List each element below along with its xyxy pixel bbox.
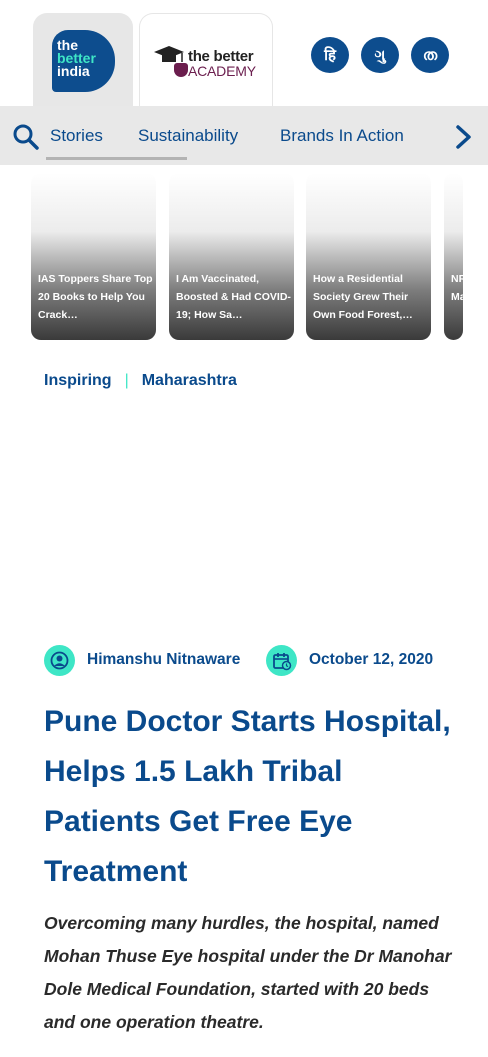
story-card[interactable]: I Am Vaccinated, Boosted & Had COVID-19;… (169, 173, 294, 340)
story-card-title: I Am Vaccinated, Boosted & Had COVID-19;… (176, 273, 291, 321)
brand-tab-the-better-india[interactable]: the better india (33, 13, 133, 106)
story-card-title: IAS Toppers Share Top 20 Books to Help Y… (38, 273, 153, 321)
language-gujarati-button[interactable]: ગુ (361, 37, 399, 73)
story-carousel: IAS Toppers Share Top 20 Books to Help Y… (0, 165, 488, 345)
language-malayalam-button[interactable]: ത (411, 37, 449, 73)
publish-date: October 12, 2020 (309, 651, 434, 668)
nav-active-indicator (46, 157, 187, 160)
heart-icon (174, 63, 188, 77)
the-better-academy-logo: the better ACADEMY (152, 44, 264, 80)
the-better-india-logo: the better india (52, 30, 115, 92)
article-headline: Pune Doctor Starts Hospital, Helps 1.5 L… (44, 705, 451, 888)
brand-bar: the better india the better ACADEMY हि ગ… (0, 0, 488, 106)
logo-text-india: india (57, 63, 90, 79)
story-card-title: NR Ma Ze (451, 273, 463, 303)
nav-item-brands-in-action[interactable]: Brands In Action (280, 126, 404, 146)
nav-item-sustainability[interactable]: Sustainability (138, 126, 238, 146)
tag-inspiring[interactable]: Inspiring (44, 372, 112, 390)
nav-item-stories[interactable]: Stories (50, 126, 103, 146)
tag-maharashtra[interactable]: Maharashtra (142, 372, 237, 390)
academy-logo-line2: ACADEMY (188, 63, 256, 79)
brand-tab-the-better-academy[interactable]: the better ACADEMY (139, 13, 273, 106)
chevron-right-icon[interactable] (452, 123, 476, 151)
article-meta: Himanshu Nitnaware October 12, 2020 (44, 644, 464, 676)
story-card[interactable]: How a Residential Society Grew Their Own… (306, 173, 431, 340)
search-icon[interactable] (12, 123, 40, 151)
article-tags: Inspiring | Maharashtra (44, 372, 237, 390)
story-card-title: How a Residential Society Grew Their Own… (313, 273, 413, 321)
calendar-clock-icon (266, 645, 297, 676)
story-card[interactable]: IAS Toppers Share Top 20 Books to Help Y… (31, 173, 156, 340)
category-nav: Stories Sustainability Brands In Action (0, 106, 488, 165)
author-name[interactable]: Himanshu Nitnaware (87, 651, 240, 669)
article-excerpt: Overcoming many hurdles, the hospital, n… (44, 913, 452, 1032)
user-circle-icon (44, 645, 75, 676)
story-card[interactable]: NR Ma Ze (444, 173, 463, 340)
tag-separator: | (124, 372, 129, 389)
language-hindi-button[interactable]: हि (311, 37, 349, 73)
